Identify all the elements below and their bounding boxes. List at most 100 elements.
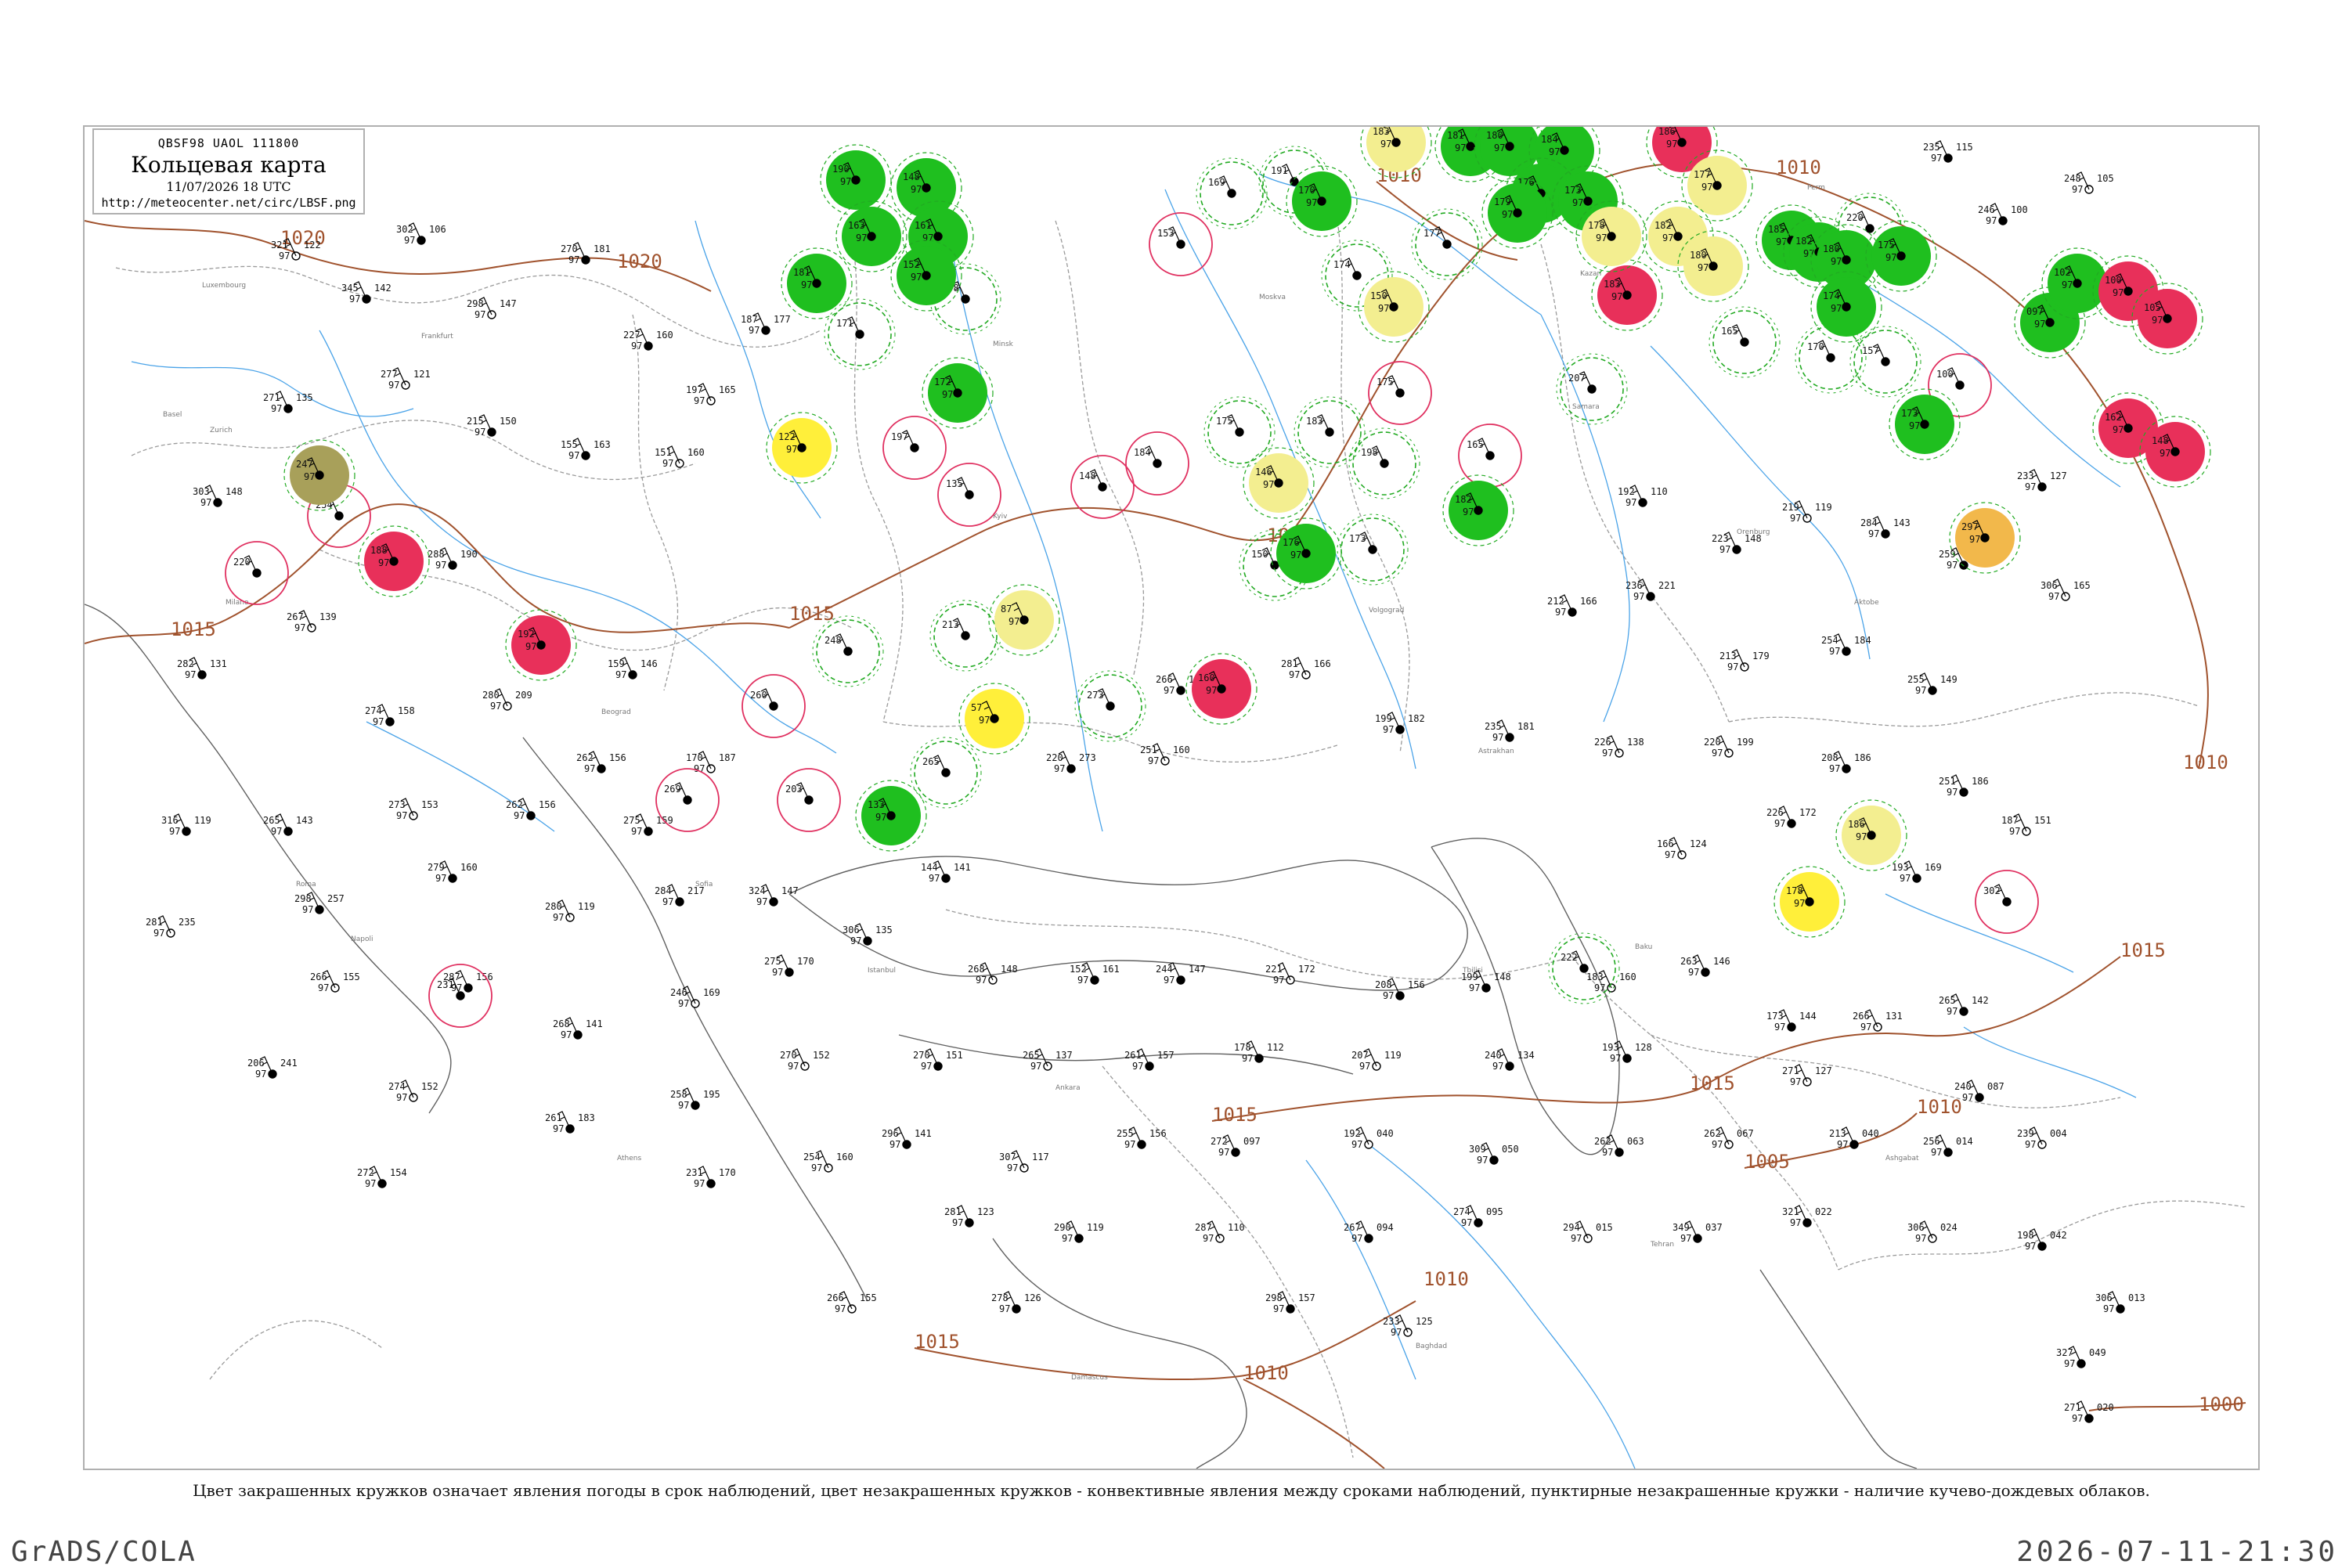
station-code: 190	[832, 164, 850, 175]
station-pressure: 177	[774, 314, 791, 325]
station-temp: 235	[1923, 142, 1940, 153]
ring-station: 165	[1709, 306, 1781, 378]
station-code: 180	[1486, 130, 1503, 141]
station-pressure: 119	[578, 901, 595, 912]
station-plot: 16697 124	[1657, 837, 1707, 860]
station-plot: 27197 135	[263, 391, 313, 414]
station-plot: 28497 143	[1860, 516, 1911, 539]
station-dew: 97	[1164, 975, 1174, 986]
station-temp: 208	[1821, 752, 1838, 763]
station-pressure: 182	[1408, 713, 1425, 724]
station-code: 174	[1333, 259, 1351, 270]
station-temp: 275	[764, 956, 781, 967]
station-temp: 267	[1344, 1222, 1361, 1233]
city-label: Ashgabat	[1885, 1155, 1919, 1162]
station-pressure: 095	[1486, 1206, 1503, 1217]
map-time: 11/07/2026 18 UTC	[166, 179, 291, 194]
station-code: 220	[233, 557, 251, 568]
station-temp: 268	[553, 1018, 570, 1029]
station-dew: 97	[694, 1178, 705, 1189]
station-code: 297	[1961, 521, 1979, 532]
station-plot: 27497 095	[1453, 1205, 1503, 1228]
station-plot: 30797 117	[999, 1150, 1049, 1173]
station-dew: 97	[631, 826, 642, 837]
station-code: 182	[1654, 220, 1672, 231]
station-dew: 97	[2048, 591, 2059, 602]
city-label: Athens	[617, 1155, 641, 1162]
station-temp: 231	[686, 1167, 703, 1178]
station-dew: 97	[2064, 1358, 2075, 1369]
station-temp: 144	[921, 862, 938, 873]
station-dew: 97	[1351, 1139, 1362, 1150]
station-dew: 97	[976, 975, 987, 986]
isobars	[85, 162, 2246, 1469]
station-plot: 30697 135	[843, 923, 893, 946]
station-pressure: 172	[1799, 807, 1817, 818]
station-pressure: 170	[797, 956, 814, 967]
station-plot: 28497 217	[655, 884, 705, 907]
isobar-label: 1015	[2120, 939, 2166, 961]
station-temp: 261	[545, 1112, 562, 1123]
station-dew: 97	[584, 763, 595, 774]
station-temp: 349	[1672, 1222, 1690, 1233]
station-temp: 265	[1023, 1050, 1040, 1061]
station-temp: 262	[1594, 1136, 1611, 1147]
station-code: 148	[2152, 435, 2169, 446]
station-temp: 262	[506, 799, 523, 810]
ring-station: 157	[1849, 326, 1921, 398]
station-code: 179	[1494, 196, 1511, 207]
station-pressure: 013	[2128, 1292, 2145, 1303]
station-plot: 31697 119	[161, 813, 211, 837]
station-dew: 97	[1790, 513, 1801, 524]
station-pressure: 146	[1713, 956, 1730, 967]
station-temp: 274	[365, 705, 382, 716]
station-dew: 97	[1596, 232, 1607, 243]
station-dew: 97	[255, 1069, 266, 1080]
station-dew: 97	[1931, 1147, 1942, 1158]
station-dew: 97	[271, 403, 282, 414]
station-dew: 97	[373, 716, 384, 727]
weather-station: 18897	[358, 525, 430, 597]
station-code: 173	[1564, 185, 1582, 196]
station-temp: 220	[1704, 737, 1721, 748]
station-plot: 28197 235	[146, 915, 196, 939]
station-temp: 254	[1821, 635, 1838, 646]
station-pressure: 117	[1032, 1152, 1049, 1162]
station-dew: 97	[929, 873, 940, 884]
city-label: Baghdad	[1416, 1343, 1447, 1350]
station-dew: 97	[1273, 975, 1284, 986]
station-pressure: 110	[1228, 1222, 1245, 1233]
station-pressure: 138	[1627, 737, 1644, 748]
station-dew: 97	[756, 896, 767, 907]
city-label: Zurich	[210, 427, 233, 434]
station-temp: 279	[428, 862, 445, 873]
station-temp: 288	[428, 549, 445, 560]
station-pressure: 134	[1517, 1050, 1535, 1061]
station-temp: 151	[655, 447, 672, 458]
ring-station: 273	[1074, 670, 1146, 742]
station-pressure: 273	[1079, 752, 1096, 763]
ring-station: 169	[1196, 157, 1268, 229]
station-temp: 306	[843, 925, 860, 935]
map-url[interactable]: http://meteocenter.net/circ/LBSF.png	[94, 196, 363, 210]
station-code: 177	[1423, 228, 1441, 239]
station-temp: 309	[1469, 1144, 1486, 1155]
station-plot: 15197 160	[655, 445, 705, 469]
station-plot: 26297 067	[1704, 1126, 1754, 1150]
station-dew: 97	[1273, 1303, 1284, 1314]
station-pressure: 040	[1377, 1128, 1394, 1139]
station-dew: 97	[801, 279, 812, 290]
city-label: Aktobe	[1854, 599, 1879, 607]
station-dew: 97	[1263, 479, 1274, 490]
station-plot: 25697 014	[1923, 1134, 1973, 1158]
station-plot: 26797 094	[1344, 1220, 1394, 1244]
station-plot: 18397 160	[1586, 970, 1636, 993]
station-temp: 233	[1383, 1316, 1400, 1327]
station-pressure: 160	[656, 330, 673, 341]
footer-software: GrADS/COLA	[11, 1536, 197, 1568]
station-temp: 239	[2017, 1128, 2034, 1139]
station-plot: 27197 020	[2064, 1400, 2114, 1424]
station-dew: 97	[1900, 873, 1911, 884]
station-plot: 26597 137	[1023, 1048, 1073, 1072]
station-temp: 298	[294, 893, 312, 904]
